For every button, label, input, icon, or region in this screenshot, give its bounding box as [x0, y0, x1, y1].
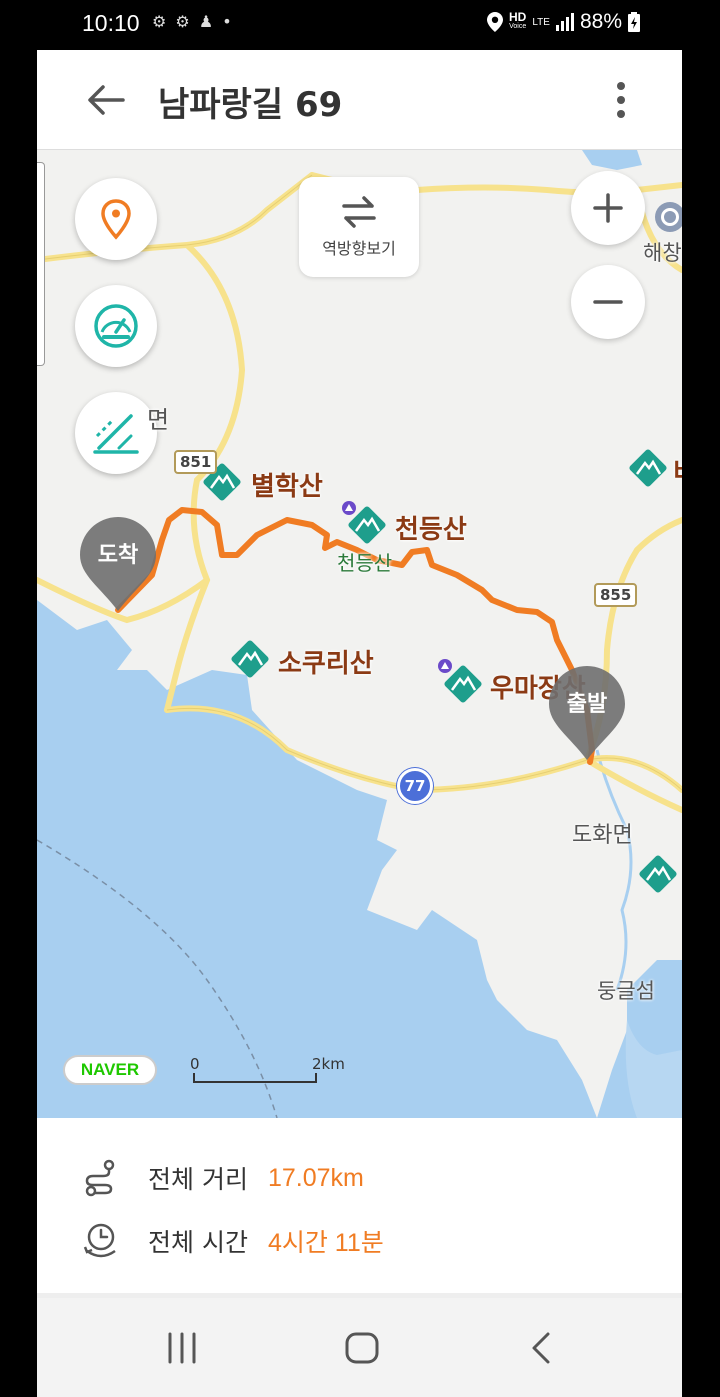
mountain-icon	[231, 640, 269, 678]
naver-logo: NAVER	[63, 1055, 157, 1085]
page-title: 남파랑길 69	[158, 85, 343, 125]
location-icon	[487, 12, 504, 32]
more-options-button[interactable]	[606, 78, 636, 122]
swap-arrows-icon	[342, 196, 376, 228]
place-label-myeon: 면	[147, 406, 170, 434]
zoom-out-button[interactable]	[571, 265, 645, 339]
time-row: 전체 시간 4시간 11분	[81, 1221, 384, 1261]
start-pin[interactable]: 출발	[547, 664, 627, 764]
scale-start: 0	[190, 1055, 200, 1073]
place-label-cheondeungsan: 천등산	[395, 515, 467, 545]
status-time: 10:10	[82, 10, 140, 36]
scale-end: 2km	[312, 1055, 345, 1073]
reverse-direction-button[interactable]: 역방향보기	[299, 177, 419, 277]
arrival-label: 도착	[97, 543, 139, 568]
clock-icon	[83, 1223, 116, 1258]
mountain-icon	[639, 855, 677, 893]
route-info-panel: 전체 거리 17.07km 전체 시간 4시간 11분	[37, 1118, 682, 1298]
elevation-button[interactable]	[75, 392, 157, 474]
app-window: 남파랑길 69 역방향보기 해창 면 별학산 천등산 천등산 소쿠리산 우마장산…	[37, 50, 682, 1298]
back-button[interactable]	[83, 78, 127, 122]
mountain-icon	[444, 665, 482, 703]
home-icon	[345, 1332, 379, 1364]
recent-apps-button[interactable]	[162, 1328, 202, 1368]
distance-label: 전체 거리	[148, 1165, 248, 1194]
battery-text: 88%	[579, 10, 622, 33]
mountain-icon	[629, 449, 667, 487]
minus-icon	[593, 300, 623, 304]
place-label-haechang: 해창	[643, 241, 682, 265]
zoom-in-button[interactable]	[571, 171, 645, 245]
highway-shield-77: 77	[397, 768, 433, 804]
distance-row: 전체 거리 17.07km	[81, 1158, 364, 1198]
recent-apps-icon	[168, 1332, 196, 1364]
road-shield-851: 851	[174, 450, 218, 474]
network-lte: LTE	[532, 16, 550, 28]
location-pin-icon	[101, 199, 131, 240]
time-label: 전체 시간	[148, 1228, 248, 1257]
plus-icon	[593, 193, 623, 223]
route-distance-icon	[85, 1159, 115, 1197]
place-label-cheondeungsan-small: 천등산	[337, 551, 393, 575]
home-button[interactable]	[342, 1328, 382, 1368]
arrival-pin[interactable]: 도착	[78, 515, 158, 615]
map-view[interactable]: 역방향보기 해창 면 별학산 천등산 천등산 비 소쿠리산 우마장산 도화면 둥…	[37, 150, 682, 1118]
place-label-edge: 비	[673, 452, 682, 489]
system-nav-bar	[37, 1298, 682, 1397]
signal-icon	[555, 13, 574, 31]
place-label-dohwamyeon: 도화면	[572, 823, 633, 848]
network-hd: HD Voice	[509, 10, 527, 30]
notification-icons: ⚙ ⚙ ♟ •	[152, 12, 234, 31]
place-label-byeolhaksan: 별학산	[251, 472, 323, 502]
battery-icon	[628, 12, 640, 32]
side-panel-handle[interactable]	[37, 162, 45, 366]
distance-value: 17.07km	[267, 1163, 364, 1192]
start-label: 출발	[566, 692, 608, 717]
time-value: 4시간 11분	[267, 1229, 384, 1257]
speed-button[interactable]	[75, 285, 157, 367]
status-right: HD Voice LTE 88%	[487, 10, 640, 34]
elevation-icon	[93, 414, 139, 454]
status-bar: 10:10 ⚙ ⚙ ♟ • HD Voice LTE 88%	[0, 0, 720, 50]
speedometer-icon	[94, 304, 138, 348]
system-back-button[interactable]	[522, 1328, 562, 1368]
more-dot-icon	[617, 82, 625, 90]
map-scale: 0 2km	[190, 1055, 350, 1085]
more-dot-icon	[617, 96, 625, 104]
scale-bar	[193, 1073, 317, 1083]
mountain-icon	[348, 506, 386, 544]
arrow-left-icon	[88, 85, 125, 115]
reverse-label: 역방향보기	[322, 239, 396, 258]
location-button[interactable]	[75, 178, 157, 260]
place-label-sokurisan: 소쿠리산	[278, 649, 374, 679]
header: 남파랑길 69	[37, 50, 682, 150]
place-label-dunggeulseom: 둥글섬	[597, 979, 655, 1003]
road-shield-855: 855	[594, 583, 638, 607]
chevron-left-icon	[532, 1332, 550, 1364]
more-dot-icon	[617, 110, 625, 118]
place-marker-icon	[655, 202, 682, 232]
